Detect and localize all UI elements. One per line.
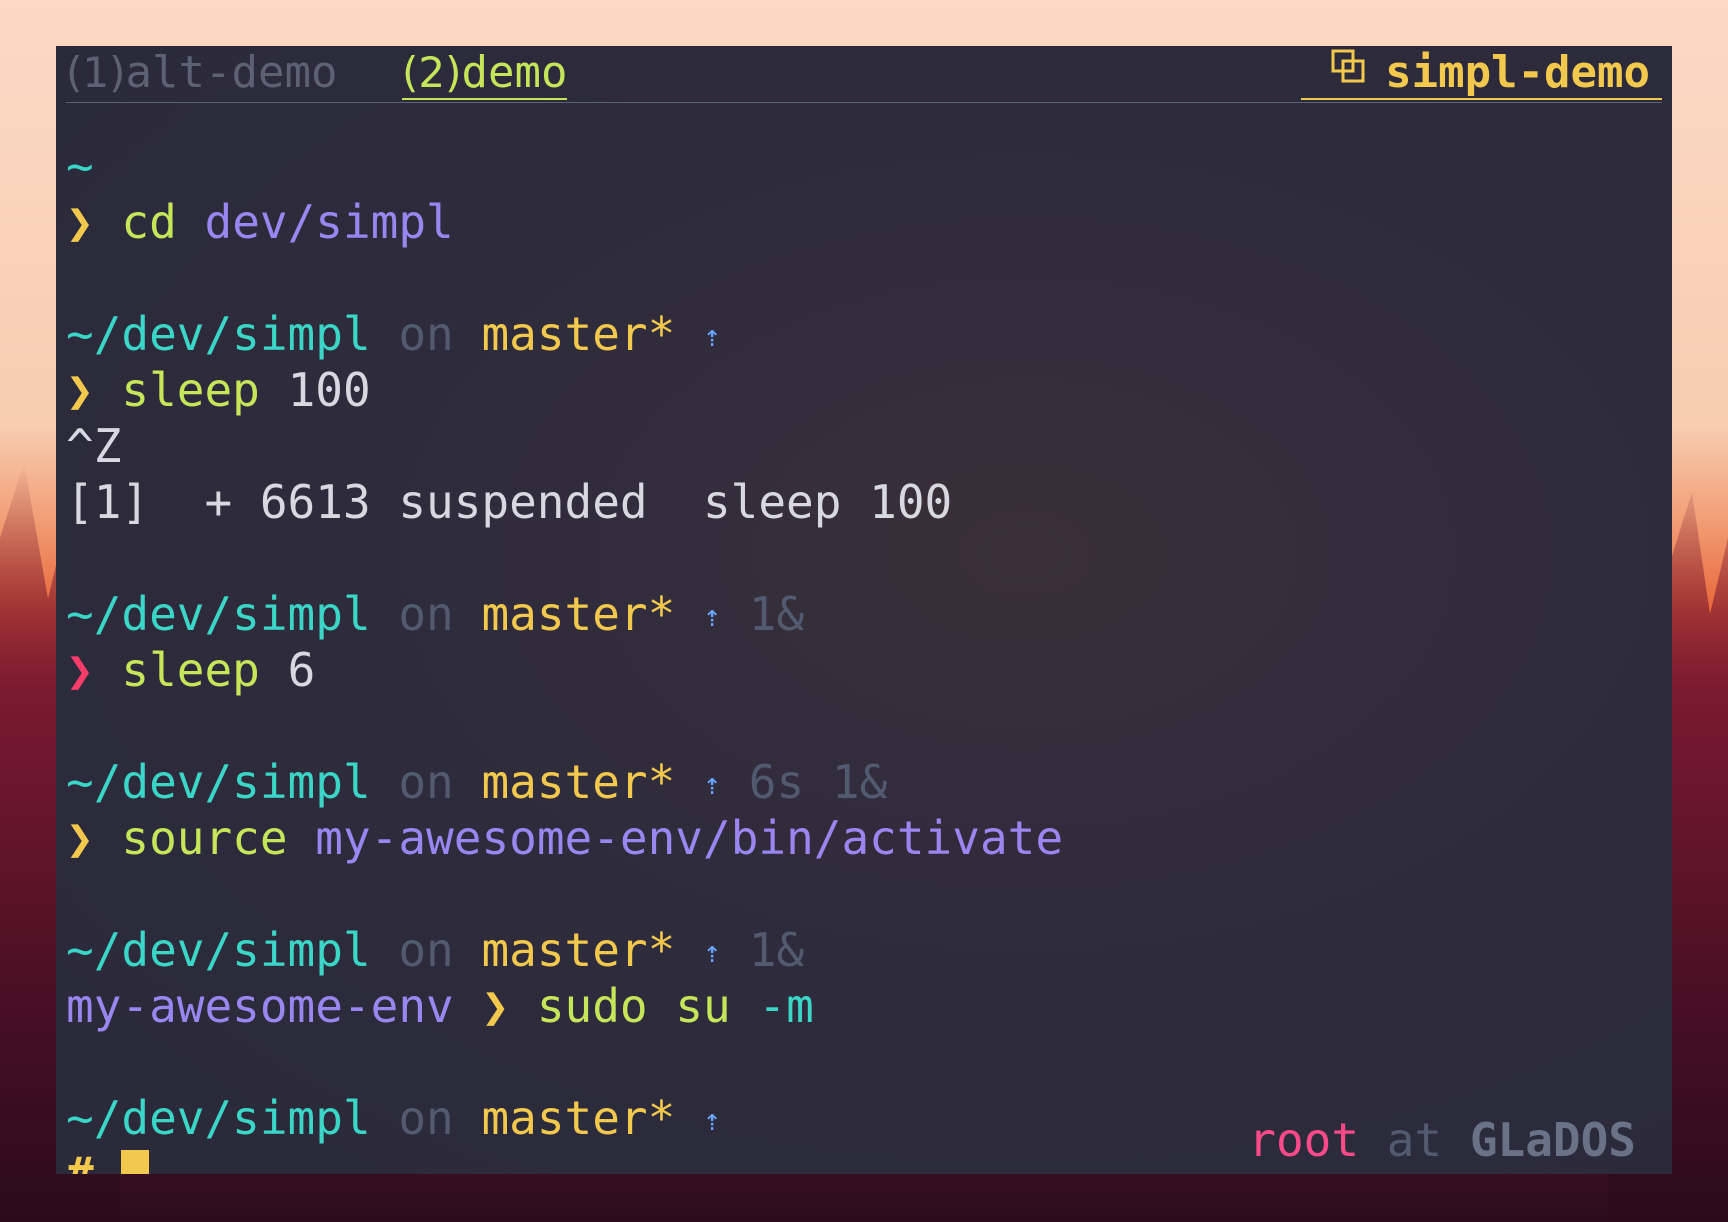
text-cursor [121, 1149, 150, 1174]
prompt-symbol: ❯ [66, 195, 94, 249]
prompt-symbol: ❯ [66, 363, 94, 417]
prompt-info-line: ~/dev/simpl on master* ⇡ 1& [66, 922, 1662, 978]
tab-label: alt-demo [125, 47, 338, 98]
command-line: ❯ sleep 100 [66, 362, 1662, 418]
virtualenv-name: my-awesome-env [66, 979, 454, 1033]
terminal-window[interactable]: (1)alt-demo (2)demo simpl-demo ~ ❯ cd de… [56, 46, 1672, 1174]
background-jobs-count: 1& [748, 923, 805, 977]
cwd-path: ~/dev/simpl [66, 1091, 371, 1145]
cwd-path: ~/dev/simpl [66, 923, 371, 977]
prompt-info-line: ~/dev/simpl on master* ⇡ 6s 1& [66, 754, 1662, 810]
on-label: on [398, 923, 454, 977]
terminal-output: ~ ❯ cd dev/simpl ~/dev/simpl on master* … [66, 138, 1662, 1174]
at-label: at [1386, 1113, 1443, 1167]
command-name: cd [121, 195, 177, 249]
right-prompt: root at GLaDOS [1248, 1112, 1636, 1168]
command-flag: -m [758, 979, 814, 1033]
cwd-path: ~/dev/simpl [66, 587, 371, 641]
command-argument: my-awesome-env/bin/activate [315, 811, 1064, 865]
command-line: ❯ cd dev/simpl [66, 194, 1662, 250]
command-line: ❯ source my-awesome-env/bin/activate [66, 810, 1662, 866]
git-branch: master* [481, 307, 676, 361]
prompt-symbol-error: ❯ [66, 643, 94, 697]
hostname: GLaDOS [1469, 1113, 1636, 1167]
tab-demo[interactable]: (2)demo [402, 47, 568, 100]
command-line: my-awesome-env ❯ sudo su -m [66, 978, 1662, 1034]
git-branch: master* [481, 587, 676, 641]
cwd-path: ~/dev/simpl [66, 755, 371, 809]
git-branch: master* [481, 1091, 676, 1145]
git-ahead-arrow-icon: ⇡ [703, 767, 722, 802]
prompt-path-line: ~ [66, 138, 1662, 194]
command-name: sleep [121, 363, 260, 417]
command-name: source [121, 811, 288, 865]
command-argument: 6 [287, 643, 316, 697]
command-argument: su [675, 979, 731, 1033]
cwd-path: ~/dev/simpl [66, 307, 371, 361]
tab-label: demo [461, 47, 568, 98]
background-jobs-count: 1& [831, 755, 888, 809]
on-label: on [398, 1091, 454, 1145]
git-ahead-arrow-icon: ⇡ [703, 599, 722, 634]
session-name: simpl-demo [1301, 48, 1662, 100]
git-ahead-arrow-icon: ⇡ [703, 935, 722, 970]
output-line: ^Z [66, 419, 122, 473]
git-branch: master* [481, 755, 676, 809]
tmux-status-bar: (1)alt-demo (2)demo simpl-demo [66, 46, 1662, 103]
command-name: sudo [536, 979, 648, 1033]
git-ahead-arrow-icon: ⇡ [703, 1103, 722, 1138]
cwd-path: ~ [66, 139, 94, 193]
on-label: on [398, 587, 454, 641]
git-ahead-arrow-icon: ⇡ [703, 319, 722, 354]
command-line: ❯ sleep 6 [66, 642, 1662, 698]
command-name: sleep [121, 643, 260, 697]
output-line: [1] + 6613 suspended sleep 100 [66, 475, 953, 529]
command-duration: 6s [748, 755, 805, 809]
tab-number: 1 [82, 48, 110, 97]
tab-number: 2 [418, 48, 446, 97]
command-argument: dev/simpl [204, 195, 454, 249]
git-branch: master* [481, 923, 676, 977]
window-stack-icon [1331, 46, 1365, 94]
prompt-symbol: ❯ [66, 811, 94, 865]
session-label: simpl-demo [1385, 47, 1650, 98]
prompt-symbol: ❯ [481, 979, 510, 1033]
command-argument: 100 [287, 363, 371, 417]
tab-alt-demo[interactable]: (1)alt-demo [66, 48, 337, 98]
on-label: on [398, 307, 454, 361]
background-jobs-count: 1& [748, 587, 805, 641]
root-prompt-symbol: # [66, 1147, 94, 1174]
username: root [1248, 1113, 1360, 1167]
on-label: on [398, 755, 454, 809]
prompt-info-line: ~/dev/simpl on master* ⇡ [66, 306, 1662, 362]
prompt-info-line: ~/dev/simpl on master* ⇡ 1& [66, 586, 1662, 642]
